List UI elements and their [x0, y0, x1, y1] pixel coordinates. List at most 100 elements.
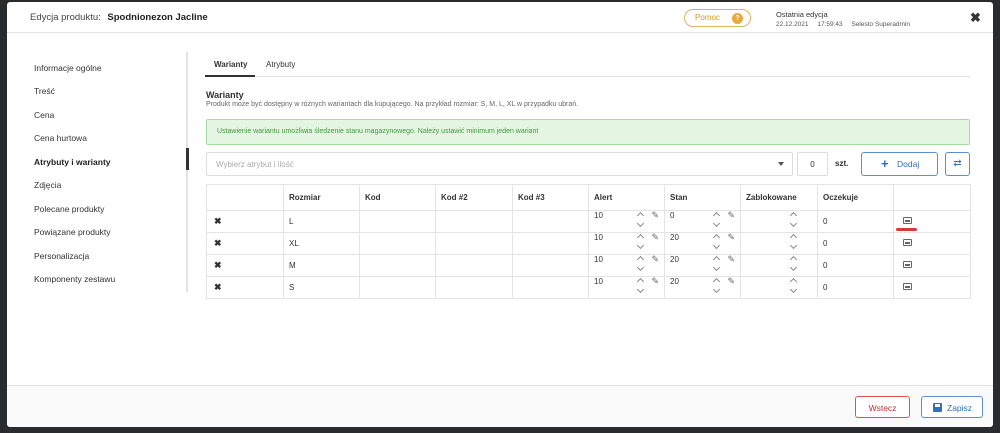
sidebar-item-photos[interactable]: Zdjęcia: [34, 180, 61, 190]
remove-variant-icon[interactable]: ✖: [212, 260, 222, 270]
stock-input[interactable]: 20 ✎: [664, 254, 741, 277]
blocked-input[interactable]: [740, 276, 818, 299]
blocked-input[interactable]: [740, 210, 818, 233]
tab-variants[interactable]: Warianty: [214, 60, 248, 69]
code2-input[interactable]: [435, 254, 513, 277]
column-header-size: Rozmiar: [283, 184, 360, 211]
unit-label: szt.: [835, 159, 849, 168]
sidebar-nav: Informacje ogólne Treść Cena Cena hurtow…: [34, 52, 188, 292]
last-edit-date: 22.12.2021: [776, 21, 809, 28]
sidebar-item-general[interactable]: Informacje ogólne: [34, 63, 102, 73]
pencil-icon[interactable]: ✎: [651, 210, 659, 221]
pencil-icon[interactable]: ✎: [727, 210, 735, 221]
sidebar-item-set-components[interactable]: Komponenty zestawu: [34, 274, 115, 284]
column-header-blocked: Zablokowane: [740, 184, 818, 211]
attribute-select[interactable]: Wybierz atrybut i ilość: [206, 152, 793, 176]
stepper-icon[interactable]: [714, 257, 720, 270]
code-input[interactable]: [359, 254, 436, 277]
code3-input[interactable]: [512, 210, 589, 233]
code2-input[interactable]: [435, 210, 513, 233]
remove-variant-icon[interactable]: ✖: [212, 238, 222, 248]
alert-input[interactable]: 10 ✎: [588, 232, 665, 255]
code3-input[interactable]: [512, 232, 589, 255]
alert-value: 10: [594, 233, 603, 242]
pencil-icon[interactable]: ✎: [651, 232, 659, 243]
quantity-input[interactable]: 0: [797, 152, 828, 176]
tab-attributes[interactable]: Atrybuty: [266, 60, 295, 69]
red-annotation-mark: [896, 228, 917, 231]
image-icon[interactable]: [903, 239, 912, 246]
size-cell: L: [283, 210, 360, 233]
code2-input[interactable]: [435, 276, 513, 299]
stepper-icon[interactable]: [791, 235, 797, 248]
code2-input[interactable]: [435, 232, 513, 255]
code-input[interactable]: [359, 232, 436, 255]
last-edit-user: Selesto Superadmin: [851, 21, 911, 28]
back-button[interactable]: Wstecz: [855, 396, 910, 418]
sidebar-item-related[interactable]: Powiązane produkty: [34, 227, 111, 237]
alert-input[interactable]: 10 ✎: [588, 210, 665, 233]
image-icon[interactable]: [903, 283, 912, 290]
sidebar-item-price[interactable]: Cena: [34, 110, 54, 120]
product-edit-modal: Edycja produktu: Spodnionezon Jacline Po…: [7, 2, 993, 427]
image-icon[interactable]: [903, 261, 912, 268]
stepper-icon[interactable]: [714, 235, 720, 248]
help-icon: ?: [732, 13, 743, 24]
stepper-icon[interactable]: [714, 213, 720, 226]
stepper-icon[interactable]: [638, 279, 644, 292]
modal-header: Edycja produktu: Spodnionezon Jacline Po…: [7, 2, 993, 33]
stock-input[interactable]: 20 ✎: [664, 276, 741, 299]
pencil-icon[interactable]: ✎: [727, 232, 735, 243]
code3-input[interactable]: [512, 276, 589, 299]
sidebar-item-recommended[interactable]: Polecane produkty: [34, 204, 104, 214]
column-header-code2: Kod #2: [435, 184, 513, 211]
help-button[interactable]: Pomoc ?: [684, 9, 751, 27]
alert-value: 10: [594, 277, 603, 286]
image-icon[interactable]: [903, 217, 912, 224]
close-icon[interactable]: ✖: [970, 10, 981, 26]
sidebar-item-wholesale-price[interactable]: Cena hurtowa: [34, 133, 87, 143]
blocked-input[interactable]: [740, 254, 818, 277]
attribute-select-placeholder: Wybierz atrybut i ilość: [216, 160, 294, 169]
stepper-icon[interactable]: [638, 257, 644, 270]
title-prefix: Edycja produktu:: [30, 12, 101, 23]
refresh-button[interactable]: ⇄: [945, 152, 970, 176]
remove-variant-icon[interactable]: ✖: [212, 216, 222, 226]
save-label: Zapisz: [947, 403, 973, 413]
remove-variant-icon[interactable]: ✖: [212, 282, 222, 292]
pending-cell: 0: [817, 276, 894, 299]
stepper-icon[interactable]: [791, 257, 797, 270]
pencil-icon[interactable]: ✎: [651, 254, 659, 265]
pencil-icon[interactable]: ✎: [727, 254, 735, 265]
size-cell: XL: [283, 232, 360, 255]
pending-cell: 0: [817, 210, 894, 233]
stepper-icon[interactable]: [638, 213, 644, 226]
sidebar-item-attributes-variants[interactable]: Atrybuty i warianty: [34, 157, 111, 167]
code3-input[interactable]: [512, 254, 589, 277]
blocked-input[interactable]: [740, 232, 818, 255]
pending-cell: 0: [817, 232, 894, 255]
pencil-icon[interactable]: ✎: [651, 276, 659, 287]
code-input[interactable]: [359, 210, 436, 233]
stepper-icon[interactable]: [638, 235, 644, 248]
alert-value: 10: [594, 255, 603, 264]
code-input[interactable]: [359, 276, 436, 299]
stock-value: 20: [670, 277, 679, 286]
stepper-icon[interactable]: [791, 213, 797, 226]
sidebar-item-content[interactable]: Treść: [34, 86, 55, 96]
save-icon: [933, 403, 942, 412]
pencil-icon[interactable]: ✎: [727, 276, 735, 287]
add-button[interactable]: + Dodaj: [861, 152, 938, 176]
stepper-icon[interactable]: [714, 279, 720, 292]
stock-input[interactable]: 20 ✎: [664, 232, 741, 255]
sidebar-item-personalization[interactable]: Personalizacja: [34, 251, 89, 261]
alert-input[interactable]: 10 ✎: [588, 254, 665, 277]
save-button[interactable]: Zapisz: [921, 396, 983, 418]
alert-input[interactable]: 10 ✎: [588, 276, 665, 299]
refresh-icon: ⇄: [953, 158, 962, 169]
sidebar-active-indicator: [186, 148, 189, 170]
column-header-code: Kod: [359, 184, 436, 211]
stock-input[interactable]: 0 ✎: [664, 210, 741, 233]
column-header-image: [893, 184, 971, 211]
stepper-icon[interactable]: [791, 279, 797, 292]
